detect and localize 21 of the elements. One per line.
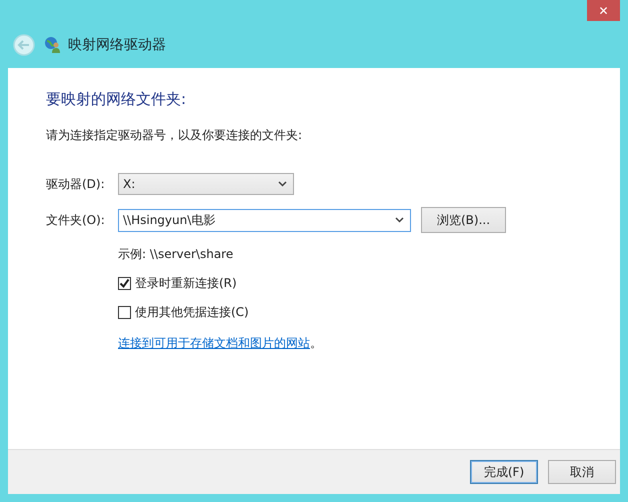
website-link[interactable]: 连接到可用于存储文档和图片的网站 — [118, 336, 310, 350]
caret-icon — [278, 181, 287, 187]
instruction-text: 请为连接指定驱动器号，以及你要连接的文件夹: — [46, 127, 304, 144]
browse-button[interactable]: 浏览(B)... — [421, 207, 506, 233]
checkbox-label: 使用其他凭据连接(C) — [135, 304, 249, 321]
caret-icon — [395, 217, 404, 223]
example-text: 示例: \\server\share — [118, 246, 234, 263]
dialog-button[interactable]: 完成(F) — [470, 460, 538, 484]
dialog-button[interactable]: 取消 — [548, 460, 616, 484]
folder-combo-field[interactable]: \\Hsingyun\电影 — [118, 208, 411, 232]
drive-label: 驱动器(D): — [46, 176, 106, 192]
checkbox-label: 登录时重新连接(R) — [135, 275, 237, 292]
checkbox[interactable] — [118, 306, 131, 319]
window-title: 映射网络驱动器 — [68, 36, 166, 54]
close-button[interactable]: ✕ — [587, 0, 620, 21]
network-drive-icon — [44, 36, 62, 54]
checkbox[interactable] — [118, 277, 131, 290]
dialog-heading: 要映射的网络文件夹: — [46, 90, 188, 109]
drive-dropdown[interactable]: X: — [118, 173, 294, 195]
folder-label: 文件夹(O): — [46, 212, 106, 228]
period-text: 。 — [310, 336, 322, 350]
